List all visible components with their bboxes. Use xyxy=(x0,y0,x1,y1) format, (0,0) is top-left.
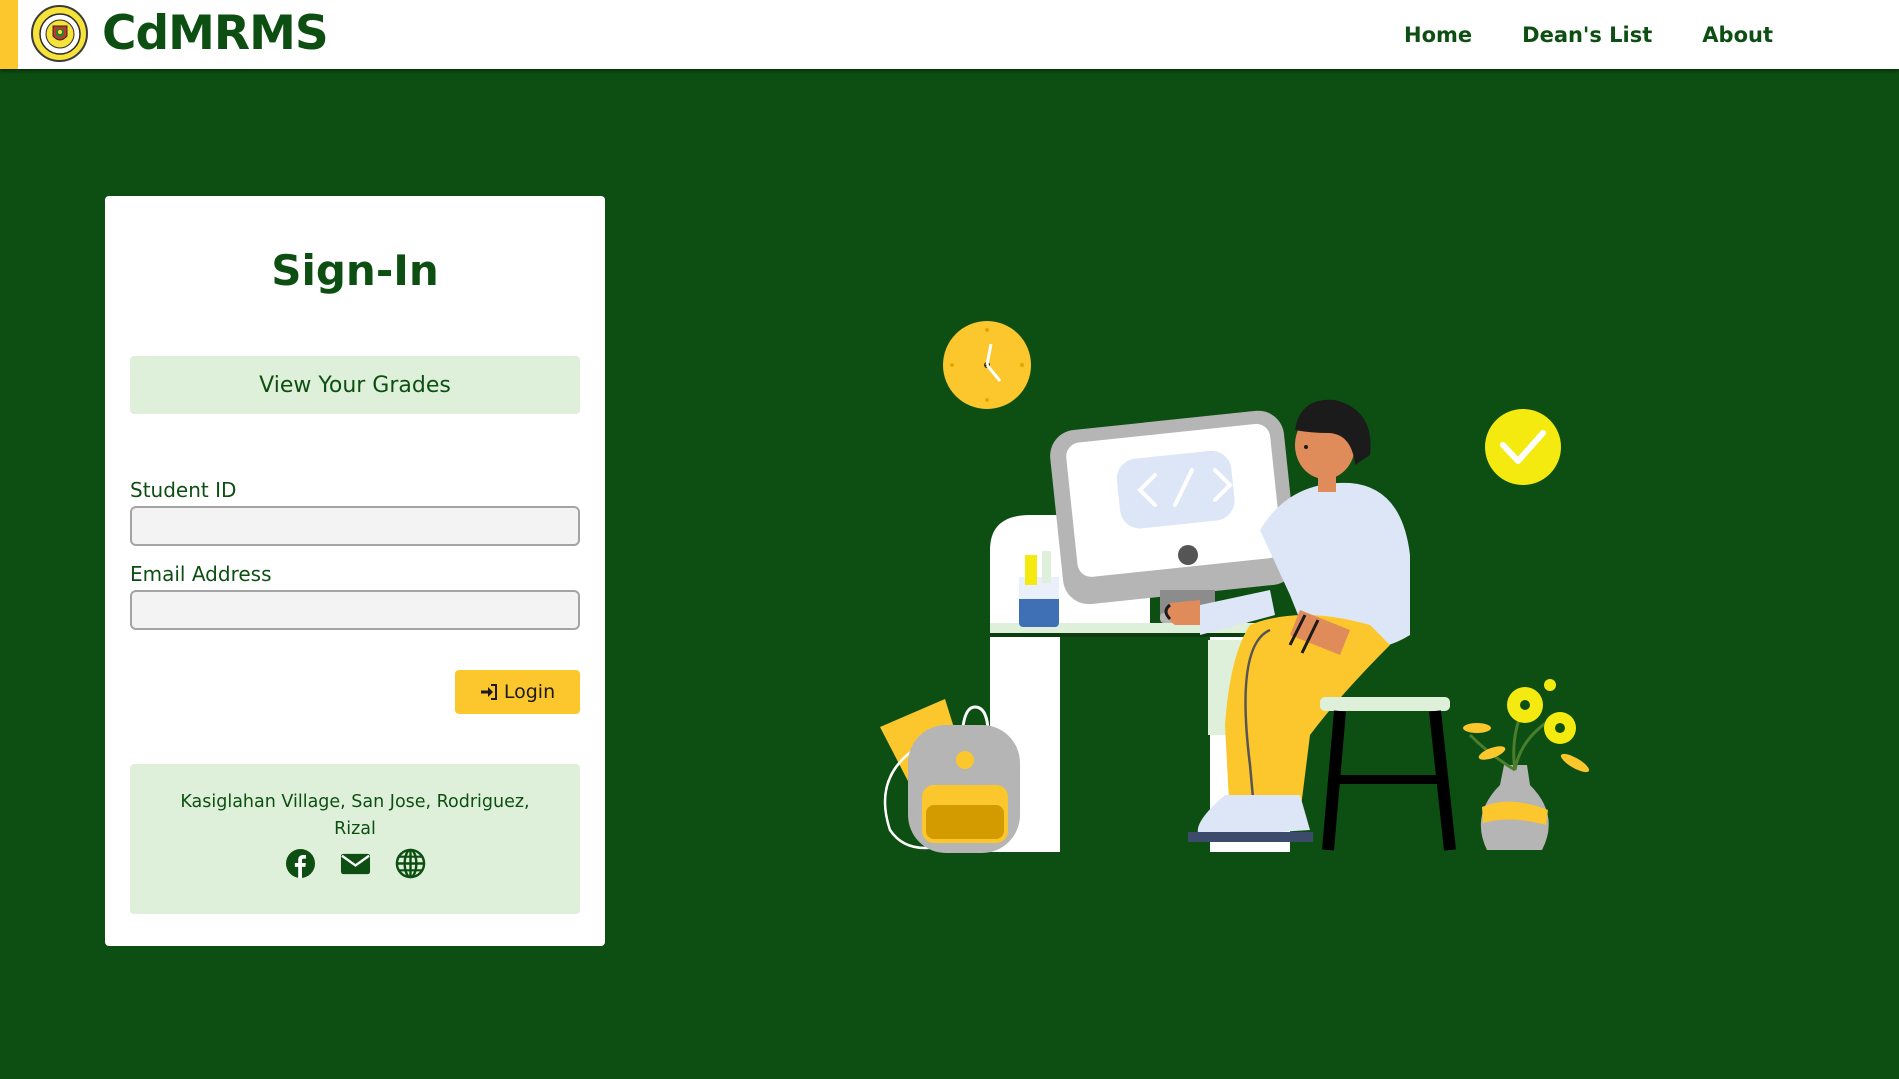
globe-icon[interactable] xyxy=(395,848,426,879)
signin-card: Sign-In View Your Grades Student ID Emai… xyxy=(105,196,605,946)
address-line-1: Kasiglahan Village, San Jose, Rodriguez, xyxy=(180,792,530,812)
student-id-label: Student ID xyxy=(130,478,237,502)
envelope-icon[interactable] xyxy=(340,848,371,879)
college-seal-logo xyxy=(31,5,88,62)
monitor xyxy=(1050,410,1297,623)
contact-footer: Kasiglahan Village, San Jose, Rodriguez,… xyxy=(130,764,580,914)
email-label: Email Address xyxy=(130,562,272,586)
address: Kasiglahan Village, San Jose, Rodriguez,… xyxy=(160,789,550,843)
nav-about-link[interactable]: About xyxy=(1702,23,1773,47)
navbar: CdMRMS Home Dean's List About xyxy=(0,0,1899,69)
nav-links: Home Dean's List About xyxy=(1404,0,1773,69)
facebook-icon[interactable] xyxy=(285,848,316,879)
login-button[interactable]: Login xyxy=(455,670,580,714)
sign-in-icon xyxy=(480,684,497,700)
view-grades-banner: View Your Grades xyxy=(130,356,580,414)
brand-name: CdMRMS xyxy=(102,6,329,61)
signin-title: Sign-In xyxy=(271,246,439,295)
brand[interactable]: CdMRMS xyxy=(31,5,329,62)
student-id-input[interactable] xyxy=(130,506,580,546)
login-label: Login xyxy=(503,681,556,703)
social-links xyxy=(130,848,580,879)
nav-home-link[interactable]: Home xyxy=(1404,23,1472,47)
address-line-2: Rizal xyxy=(334,819,376,839)
nav-accent-bar xyxy=(0,0,18,69)
check-badge-icon xyxy=(1485,409,1561,485)
flower-vase xyxy=(1463,679,1590,850)
student-at-computer-illustration xyxy=(880,321,1590,853)
clock-icon xyxy=(943,321,1031,409)
stool xyxy=(1320,697,1456,851)
email-input[interactable] xyxy=(130,590,580,630)
nav-deans-list-link[interactable]: Dean's List xyxy=(1522,23,1652,47)
